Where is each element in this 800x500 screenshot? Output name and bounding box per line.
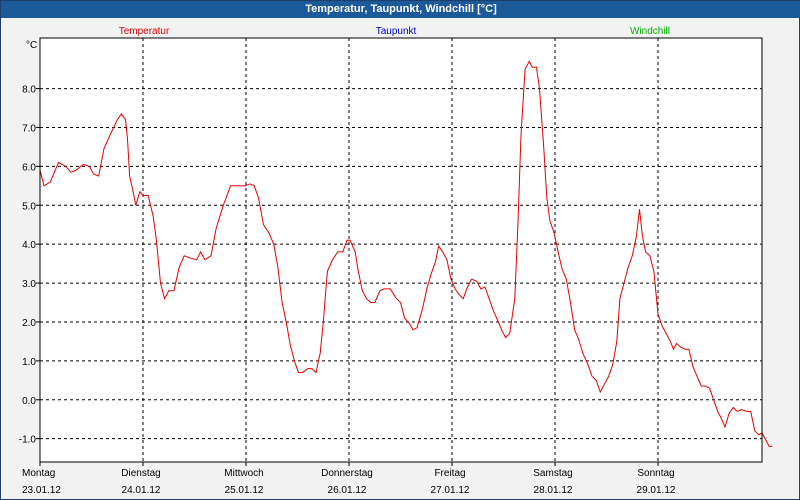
x-tick-weekday: Freitag bbox=[434, 468, 465, 479]
x-tick-date: 26.01.12 bbox=[328, 485, 367, 496]
legend-entry-taupunkt: Taupunkt bbox=[376, 26, 417, 37]
x-tick-date: 27.01.12 bbox=[431, 485, 470, 496]
legend-entry-temperatur: Temperatur bbox=[119, 26, 170, 37]
y-tick-label: 2.0 bbox=[22, 318, 36, 329]
y-tick-label: 0.0 bbox=[22, 396, 36, 407]
plot-area bbox=[40, 38, 762, 462]
y-tick-label: 7.0 bbox=[22, 123, 36, 134]
y-tick-label: 1.0 bbox=[22, 357, 36, 368]
chart-canvas: -1.0 0.0 1.0 2.0 3.0 4.0 5.0 6.0 7.0 8.0 Montag 23.… bbox=[19, 26, 773, 496]
x-tick-date: 28.01.12 bbox=[534, 485, 573, 496]
x-tick-date: 29.01.12 bbox=[637, 485, 676, 496]
legend-entry-windchill: Windchill bbox=[630, 26, 670, 37]
x-tick-date: 24.01.12 bbox=[122, 485, 161, 496]
x-tick-weekday: Montag bbox=[22, 468, 55, 479]
y-tick-label: -1.0 bbox=[19, 435, 37, 446]
y-tick-label: 5.0 bbox=[22, 201, 36, 212]
x-tick-date: 23.01.12 bbox=[22, 485, 61, 496]
y-tick-label: 3.0 bbox=[22, 279, 36, 290]
y-tick-label: 4.0 bbox=[22, 240, 36, 251]
x-tick-weekday: Sonntag bbox=[637, 468, 674, 479]
y-tick-label: 6.0 bbox=[22, 162, 36, 173]
y-axis-unit: °C bbox=[26, 40, 37, 51]
y-tick-label: 8.0 bbox=[22, 85, 36, 96]
x-tick-date: 25.01.12 bbox=[225, 485, 264, 496]
x-tick-weekday: Samstag bbox=[533, 468, 572, 479]
x-tick-weekday: Dienstag bbox=[121, 468, 160, 479]
x-tick-weekday: Mittwoch bbox=[224, 468, 263, 479]
x-tick-weekday: Donnerstag bbox=[321, 468, 373, 479]
